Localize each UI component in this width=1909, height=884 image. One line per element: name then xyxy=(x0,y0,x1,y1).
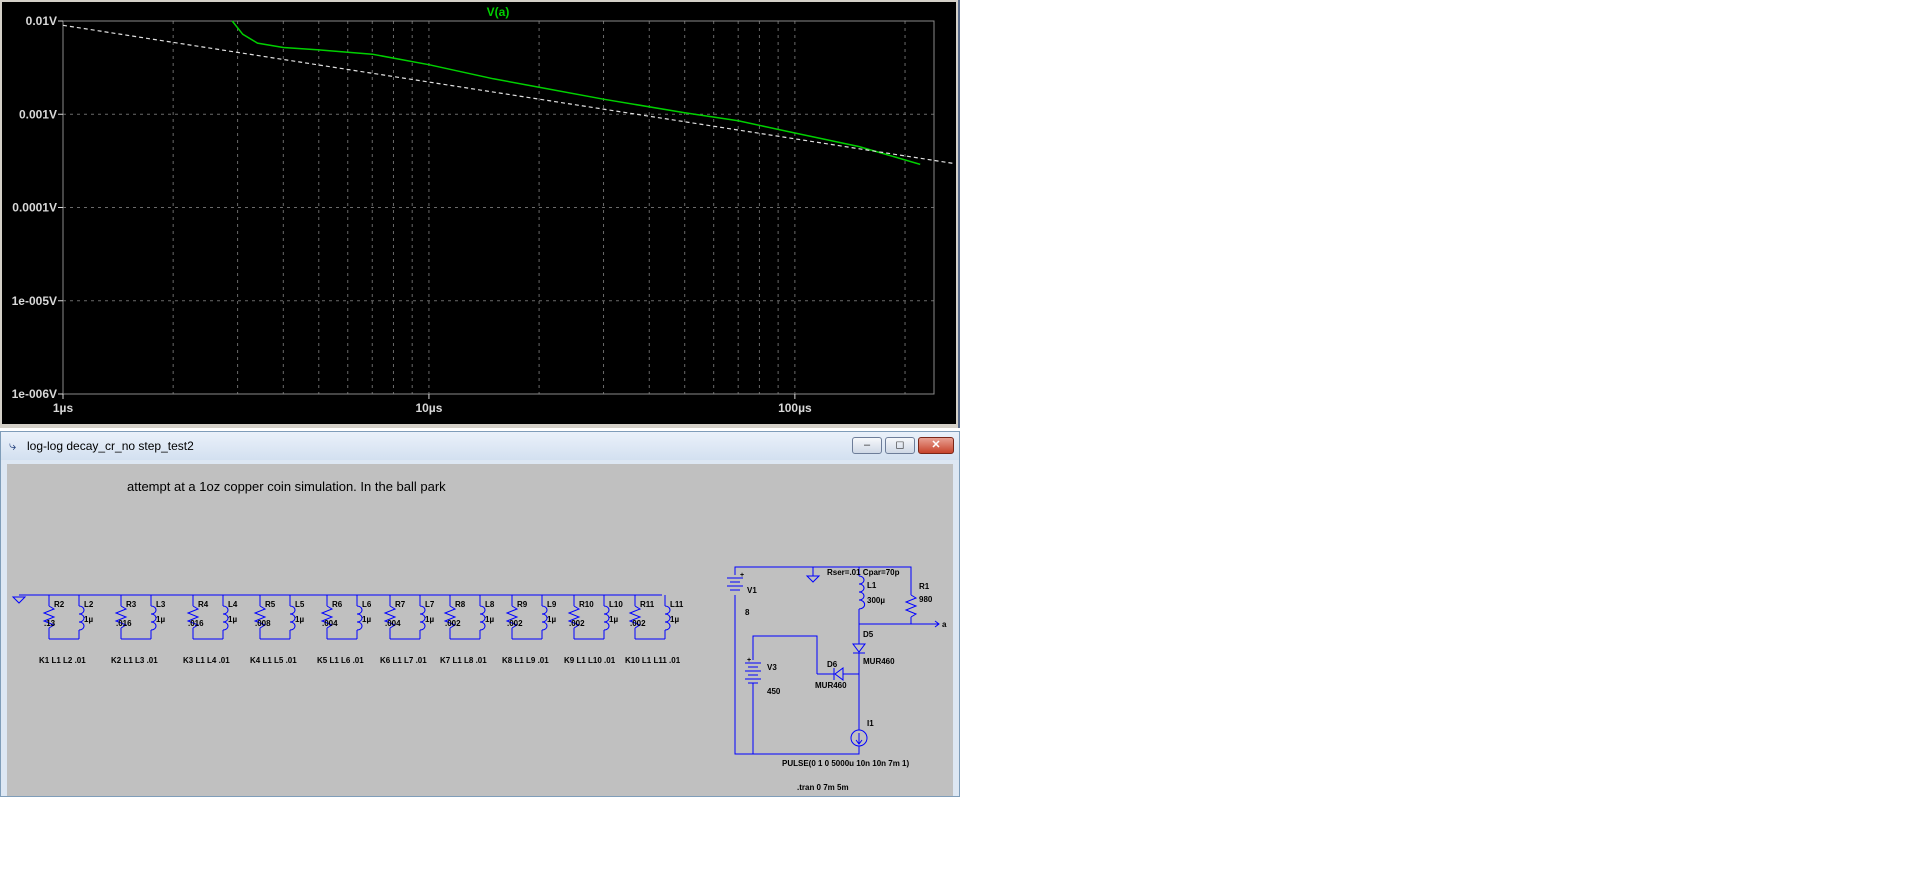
svg-text:+: + xyxy=(740,572,744,579)
maximize-button[interactable]: ◻ xyxy=(885,437,915,454)
coupling-directive[interactable]: K5 L1 L6 .01 xyxy=(317,656,364,665)
resistor-value[interactable]: .008 xyxy=(255,619,271,628)
coupling-directive[interactable]: K10 L1 L11 .01 xyxy=(625,656,681,665)
inductor-name[interactable]: L7 xyxy=(425,600,435,609)
d6-model[interactable]: MUR460 xyxy=(815,681,847,690)
inductor-value[interactable]: 1µ xyxy=(609,615,618,624)
resistor-value[interactable]: .002 xyxy=(507,619,523,628)
v3-name[interactable]: V3 xyxy=(767,663,777,672)
schematic-window[interactable]: ⤷ log-log decay_cr_no step_test2 – ◻ ✕ a… xyxy=(0,431,960,797)
inductor-value[interactable]: 1µ xyxy=(425,615,434,624)
r1-value[interactable]: 980 xyxy=(919,595,933,604)
resistor-value[interactable]: .016 xyxy=(188,619,204,628)
v1-value[interactable]: 8 xyxy=(745,608,750,617)
minimize-button[interactable]: – xyxy=(852,437,882,454)
inductor-name[interactable]: L6 xyxy=(362,600,372,609)
d6-diode[interactable] xyxy=(834,667,844,681)
inductor-value[interactable]: 1µ xyxy=(547,615,556,624)
r1-name[interactable]: R1 xyxy=(919,582,930,591)
resistor-value[interactable]: .016 xyxy=(116,619,132,628)
schematic-canvas[interactable]: attempt at a 1oz copper coin simulation.… xyxy=(7,464,953,796)
plot-background xyxy=(2,2,956,424)
node-a-label[interactable]: a xyxy=(942,620,947,629)
y-tick-label: 1e-006V xyxy=(12,387,57,401)
coupling-directive[interactable]: K7 L1 L8 .01 xyxy=(440,656,487,665)
inductor-value[interactable]: 1µ xyxy=(670,615,679,624)
resistor-value[interactable]: .13 xyxy=(44,619,56,628)
resistor-value[interactable]: .002 xyxy=(630,619,646,628)
x-tick-label: 10µs xyxy=(415,401,442,415)
resistor-name[interactable]: R4 xyxy=(198,600,209,609)
y-tick-label: 0.0001V xyxy=(12,201,57,215)
l1-value[interactable]: 300µ xyxy=(867,596,885,605)
inductor-name[interactable]: L9 xyxy=(547,600,557,609)
l1-coil[interactable] xyxy=(858,575,866,610)
waveform-plot[interactable]: 0.01V 0.001V 0.0001V 1e-005V 1e-006V1µs 10µs 1… xyxy=(0,0,958,428)
i1-name[interactable]: I1 xyxy=(867,719,874,728)
resistor-value[interactable]: .004 xyxy=(322,619,338,628)
resistor-name[interactable]: R7 xyxy=(395,600,406,609)
v3-value[interactable]: 450 xyxy=(767,687,781,696)
resistor-name[interactable]: R5 xyxy=(265,600,276,609)
schematic-window-title: log-log decay_cr_no step_test2 xyxy=(27,439,194,453)
l1-params[interactable]: Rser=.01 Cpar=70p xyxy=(827,568,900,577)
d5-name[interactable]: D5 xyxy=(863,630,874,639)
coupling-directive[interactable]: K1 L1 L2 .01 xyxy=(39,656,86,665)
i1-value[interactable]: PULSE(0 1 0 5000u 10n 10n 7m 1) xyxy=(782,759,910,768)
resistor-value[interactable]: .002 xyxy=(445,619,461,628)
inductor-value[interactable]: 1µ xyxy=(485,615,494,624)
x-tick-label: 1µs xyxy=(53,401,74,415)
inductor-name[interactable]: L11 xyxy=(670,600,684,609)
y-tick-label: 0.001V xyxy=(19,107,57,121)
v1-name[interactable]: V1 xyxy=(747,586,757,595)
resistor-name[interactable]: R3 xyxy=(126,600,137,609)
inductor-value[interactable]: 1µ xyxy=(84,615,93,624)
resistor-name[interactable]: R6 xyxy=(332,600,343,609)
d5-diode[interactable] xyxy=(852,643,866,653)
svg-text:+: + xyxy=(747,657,751,664)
resistor-name[interactable]: R10 xyxy=(579,600,594,609)
l1-name[interactable]: L1 xyxy=(867,581,877,590)
coupling-directive[interactable]: K3 L1 L4 .01 xyxy=(183,656,230,665)
resistor-value[interactable]: .002 xyxy=(569,619,585,628)
d5-model[interactable]: MUR460 xyxy=(863,657,895,666)
inductor-name[interactable]: L5 xyxy=(295,600,305,609)
y-tick-label: 0.01V xyxy=(26,14,57,28)
tran-directive[interactable]: .tran 0 7m 5m xyxy=(797,783,849,792)
inductor-name[interactable]: L3 xyxy=(156,600,166,609)
resistor-name[interactable]: R2 xyxy=(54,600,65,609)
resistor-name[interactable]: R8 xyxy=(455,600,466,609)
coupling-directive[interactable]: K2 L1 L3 .01 xyxy=(111,656,158,665)
r1-resistor[interactable] xyxy=(904,594,918,618)
resistor-name[interactable]: R11 xyxy=(640,600,655,609)
schematic-comment[interactable]: attempt at a 1oz copper coin simulation.… xyxy=(127,479,446,494)
schematic-titlebar[interactable]: ⤷ log-log decay_cr_no step_test2 – ◻ ✕ xyxy=(1,432,959,460)
coupling-directive[interactable]: K4 L1 L5 .01 xyxy=(250,656,297,665)
d6-name[interactable]: D6 xyxy=(827,660,838,669)
inductor-value[interactable]: 1µ xyxy=(295,615,304,624)
x-tick-label: 100µs xyxy=(778,401,812,415)
waveform-viewer[interactable]: 0.01V 0.001V 0.0001V 1e-005V 1e-006V 1µs 10µs 1… xyxy=(0,0,960,428)
rl-network: R2 .13 L2 1µ K1 L1 L2 .01 R3 .016 L3 1µ K2 L1 L3 … xyxy=(11,594,684,665)
close-button[interactable]: ✕ xyxy=(918,437,954,454)
inductor-value[interactable]: 1µ xyxy=(156,615,165,624)
inductor-value[interactable]: 1µ xyxy=(362,615,371,624)
resistor-name[interactable]: R9 xyxy=(517,600,528,609)
coupling-directive[interactable]: K8 L1 L9 .01 xyxy=(502,656,549,665)
inductor-value[interactable]: 1µ xyxy=(228,615,237,624)
trace-label[interactable]: V(a) xyxy=(487,5,510,19)
schematic-drawing[interactable]: attempt at a 1oz copper coin simulation.… xyxy=(7,464,953,796)
coupling-directive[interactable]: K9 L1 L10 .01 xyxy=(564,656,616,665)
inductor-name[interactable]: L2 xyxy=(84,600,94,609)
ground-symbol xyxy=(11,596,27,604)
schematic-app-icon: ⤷ xyxy=(9,438,17,453)
y-tick-label: 1e-005V xyxy=(12,294,57,308)
inductor-name[interactable]: L8 xyxy=(485,600,495,609)
inductor-name[interactable]: L4 xyxy=(228,600,238,609)
coupling-directive[interactable]: K6 L1 L7 .01 xyxy=(380,656,427,665)
resistor-value[interactable]: .004 xyxy=(385,619,401,628)
ground-symbol xyxy=(805,575,821,583)
inductor-name[interactable]: L10 xyxy=(609,600,623,609)
wire[interactable] xyxy=(752,635,818,674)
